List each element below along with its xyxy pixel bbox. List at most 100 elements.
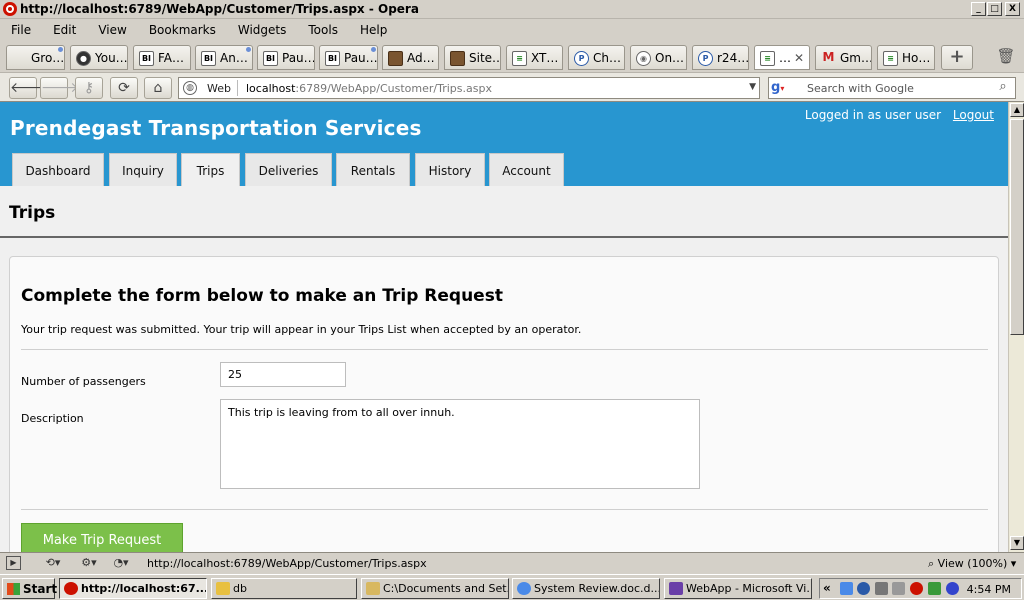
menu-widgets[interactable]: Widgets [238,19,287,37]
maximize-button[interactable]: □ [987,2,1002,16]
browser-tab-label: XT… [531,51,559,65]
browser-tab[interactable]: ● You… [70,45,128,70]
new-tab-button[interactable]: + [941,45,973,70]
browser-tab[interactable]: BI Pau… [257,45,315,70]
github-icon: ● [76,51,91,66]
tray-app-icon[interactable] [928,582,941,595]
search-placeholder: Search with Google [807,82,914,95]
taskbar-item-explorer[interactable]: C:\Documents and Set... [361,578,509,599]
activity-dot-icon [246,47,251,52]
status-url: http://localhost:6789/WebApp/Customer/Tr… [147,557,427,570]
zoom-level[interactable]: ⌕ View (100%) ▾ [928,557,1016,571]
tray-monitor-icon[interactable] [875,582,888,595]
reload-button[interactable]: ⟳ [110,77,138,99]
taskbar-item-folder[interactable]: db [211,578,357,599]
login-status: Logged in as user user Logout [805,108,994,122]
scroll-up-icon[interactable]: ▲ [1010,103,1024,117]
tray-shield-icon[interactable] [946,582,959,595]
nav-tab-trips[interactable]: Trips [181,153,240,187]
search-icon[interactable]: ⌕ [994,79,1012,97]
browser-tab-label: Ho… [902,51,931,65]
bi-icon: BI [201,51,216,66]
logout-link[interactable]: Logout [953,108,994,122]
menu-tools[interactable]: Tools [308,19,338,37]
browser-tab-active[interactable]: ≡ … ✕ [754,45,810,70]
browser-tab[interactable]: Gro… [6,45,65,70]
browser-tab[interactable]: Ad… [382,45,439,70]
menu-bookmarks[interactable]: Bookmarks [149,19,216,37]
page-viewport: Prendegast Transportation Services Logge… [0,102,1008,552]
panel-toggle-icon[interactable]: ▶ [6,556,21,570]
activity-dot-icon [371,47,376,52]
browser-tab[interactable]: P Ch… [568,45,625,70]
description-textarea[interactable]: This trip is leaving from to all over in… [220,399,700,489]
nav-tab-account[interactable]: Account [489,153,564,187]
address-url[interactable]: localhost:6789/WebApp/Customer/Trips.asp… [246,82,492,95]
tray-opera-icon[interactable] [910,582,923,595]
nav-tab-history[interactable]: History [415,153,485,187]
trip-request-panel: Complete the form below to make an Trip … [9,256,999,552]
browser-tab[interactable]: P r24… [692,45,749,70]
speed-dial-icon[interactable]: ◔▾ [112,556,130,571]
browser-tab[interactable]: ≡ XT… [506,45,563,70]
close-tab-icon[interactable]: ✕ [794,51,804,65]
browser-tab[interactable]: Site… [444,45,501,70]
back-button[interactable]: 🡐 [9,77,48,99]
menu-view[interactable]: View [98,19,126,37]
tray-volume-icon[interactable] [892,582,905,595]
browser-tab-label: Ad… [407,51,435,65]
nav-tab-deliveries[interactable]: Deliveries [245,153,332,187]
browser-tab[interactable]: ◉ On… [630,45,687,70]
passengers-input[interactable]: 25 [220,362,346,387]
browser-tab[interactable]: M Gm… [815,45,872,70]
minimize-button[interactable]: _ [971,2,986,16]
browser-tab[interactable]: BI An… [195,45,253,70]
chevron-left-icon[interactable]: « [823,581,831,595]
taskbar-item-document[interactable]: System Review.doc.d... [512,578,660,599]
search-input[interactable]: g▾ Search with Google ⌕ [768,77,1016,99]
start-button[interactable]: Start [2,578,57,599]
google-icon: g▾ [771,80,785,95]
address-bar[interactable]: ◍ Web localhost:6789/WebApp/Customer/Tri… [178,77,760,99]
browser-tab-label: FA… [158,51,185,65]
trash-icon[interactable]: 🗑 [996,47,1016,69]
sync-icon[interactable]: ⟲▾ [44,556,62,571]
nav-tab-rentals[interactable]: Rentals [336,153,410,187]
tray-link-icon[interactable] [857,582,870,595]
browser-tab[interactable]: BI Pau… [319,45,378,70]
task-label: http://localhost:67... [81,582,207,595]
menu-edit[interactable]: Edit [53,19,76,37]
tray-network-icon[interactable] [840,582,853,595]
browser-tab[interactable]: BI FA… [133,45,191,70]
logged-in-text: Logged in as user user [804,108,942,122]
scroll-thumb[interactable] [1010,119,1024,335]
vertical-scrollbar[interactable]: ▲ ▼ [1008,102,1024,552]
clock[interactable]: 4:54 PM [967,583,1011,596]
task-label: WebApp - Microsoft Vi... [686,582,812,595]
taskbar-item-visual-studio[interactable]: WebApp - Microsoft Vi... [664,578,812,599]
nav-tab-dashboard[interactable]: Dashboard [12,153,104,187]
forward-button[interactable]: 🡒 [40,77,79,99]
nav-tab-inquiry[interactable]: Inquiry [109,153,177,187]
address-separator [237,80,238,96]
blank-page-icon [12,51,27,66]
browser-tab-label: Site… [469,51,501,65]
person-icon [450,51,465,66]
site-title: Prendegast Transportation Services [10,116,422,140]
form-title: Complete the form below to make an Trip … [21,286,503,306]
home-button[interactable]: ⌂ [144,77,172,99]
divider [21,509,988,510]
wand-key-icon[interactable]: ⚷ [75,77,103,99]
scroll-down-icon[interactable]: ▼ [1010,536,1024,550]
opera-icon [64,582,78,595]
make-trip-request-button[interactable]: Make Trip Request [21,523,183,552]
taskbar-item-opera[interactable]: http://localhost:67... [59,578,207,599]
menu-file[interactable]: File [11,19,31,37]
divider [21,349,988,350]
browser-tab[interactable]: ≡ Ho… [877,45,935,70]
person-icon [388,51,403,66]
network-icon[interactable]: ⚙▾ [80,556,98,571]
close-window-button[interactable]: X [1005,2,1020,16]
menu-help[interactable]: Help [360,19,387,37]
chevron-down-icon[interactable]: ▼ [749,82,756,92]
